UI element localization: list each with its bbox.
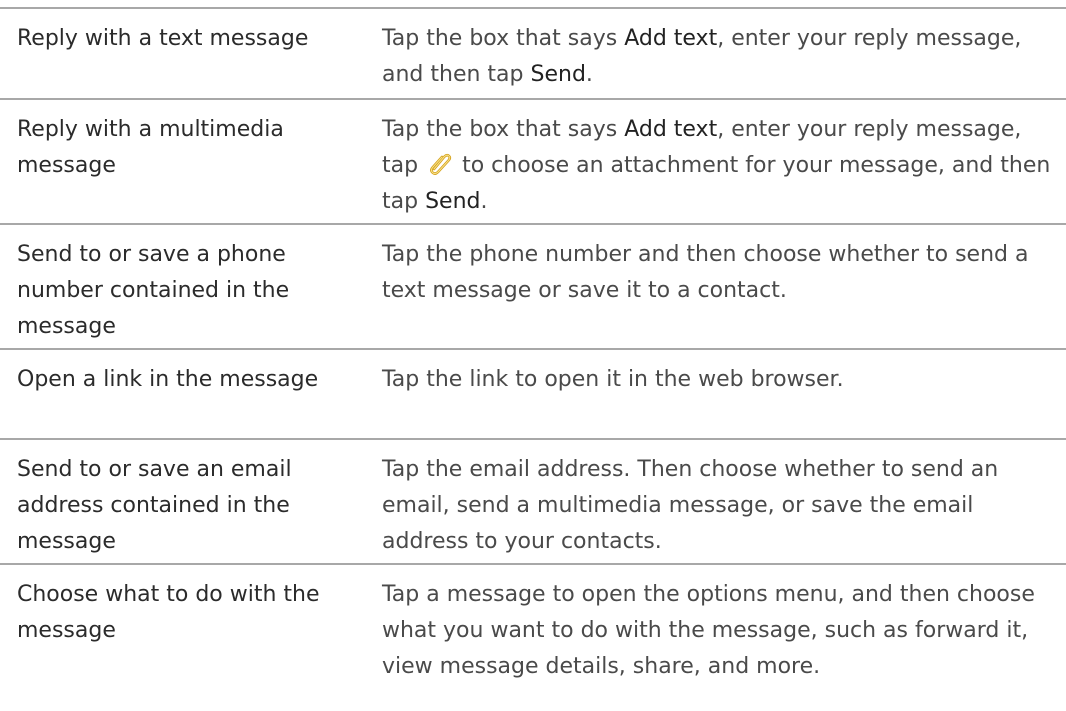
action-label: Choose what to do with the message (17, 582, 320, 643)
actions-table: Reply with a text message Tap the box th… (0, 7, 1066, 711)
action-description: Tap the link to open it in the web brows… (382, 367, 844, 392)
action-label: Open a link in the message (17, 367, 319, 392)
description-text: . (585, 62, 593, 87)
ui-term: Send (530, 62, 586, 87)
description-text: Tap the box that says (382, 26, 625, 51)
action-label: Send to or save an email address contain… (17, 457, 292, 554)
description-text: . (480, 189, 488, 214)
table-row: Open a link in the message Tap the link … (0, 348, 1066, 438)
table-row: Choose what to do with the message Tap a… (0, 563, 1066, 711)
description-text: Tap the box that says (382, 117, 625, 142)
action-description: Tap the box that says Add text, enter yo… (382, 112, 1062, 220)
action-label: Reply with a text message (17, 26, 309, 51)
action-description: Tap the box that says Add text, enter yo… (382, 21, 1062, 93)
action-description: Tap the email address. Then choose wheth… (382, 457, 999, 554)
ui-term: Send (425, 189, 481, 214)
action-description: Tap the phone number and then choose whe… (382, 242, 1029, 303)
table-row: Send to or save an email address contain… (0, 438, 1066, 563)
table-row: Reply with a text message Tap the box th… (0, 7, 1066, 98)
ui-term: Add text (624, 117, 718, 142)
ui-term: Add text (624, 26, 718, 51)
table-row: Send to or save a phone number contained… (0, 223, 1066, 348)
paperclip-icon (427, 150, 453, 176)
action-label: Reply with a multimedia message (17, 117, 284, 178)
action-description: Tap a message to open the options menu, … (382, 582, 1035, 679)
table-row: Reply with a multimedia message Tap the … (0, 98, 1066, 223)
action-label: Send to or save a phone number contained… (17, 242, 290, 339)
